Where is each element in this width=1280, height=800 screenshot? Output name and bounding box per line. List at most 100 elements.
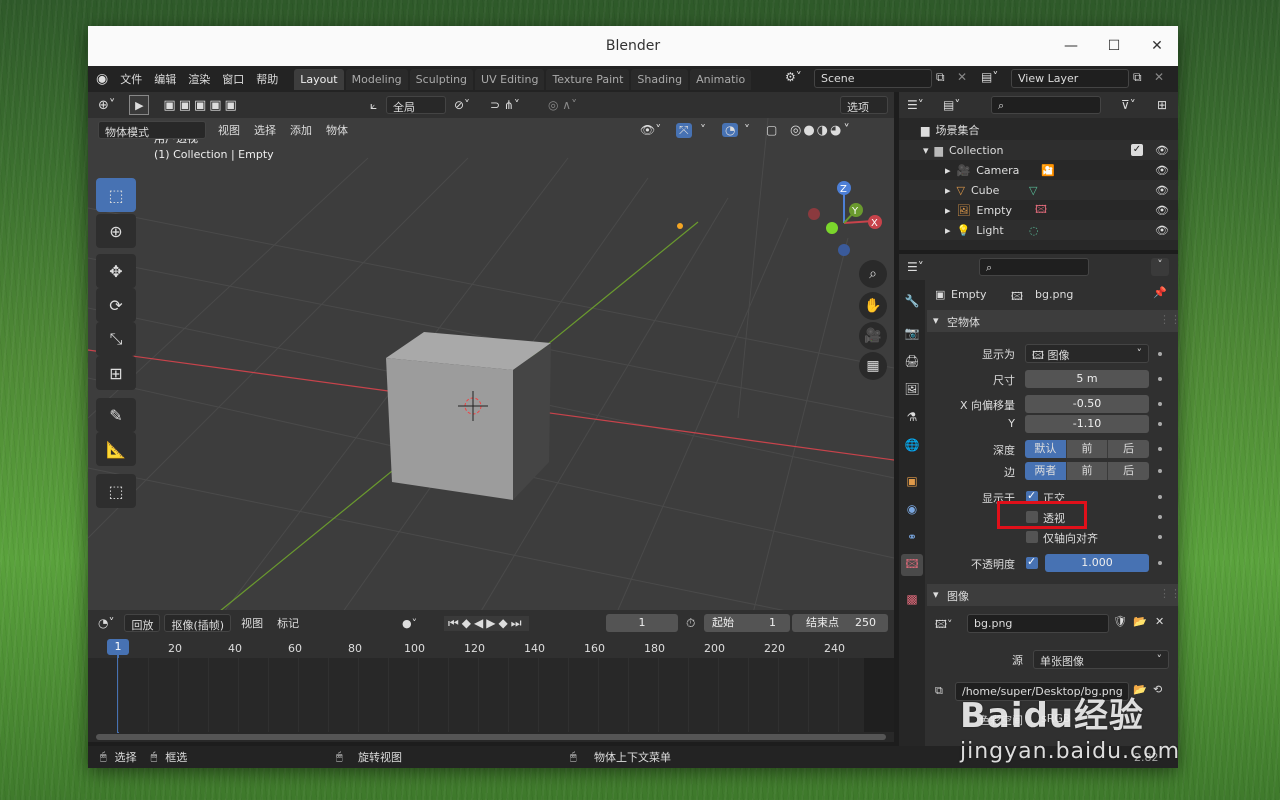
tool-move[interactable]: ✥: [96, 254, 136, 288]
texture-tab-icon[interactable]: ▩: [901, 588, 923, 610]
cube-eye-icon[interactable]: 👁: [1155, 184, 1169, 197]
image-name-field[interactable]: bg.png: [967, 614, 1109, 633]
delete-scene-icon[interactable]: ✕: [957, 70, 967, 84]
tab-shading[interactable]: Shading: [631, 68, 689, 90]
size-keyframe-dot[interactable]: [1158, 377, 1162, 381]
object-tab-icon[interactable]: ▣: [901, 470, 923, 492]
opacity-field[interactable]: 1.000: [1045, 554, 1149, 572]
depth-front-option[interactable]: 前: [1066, 440, 1109, 458]
menu-edit[interactable]: 编辑: [148, 71, 182, 87]
orientation-dropdown[interactable]: 全局: [386, 96, 446, 114]
camera-expand-icon[interactable]: ▸: [945, 164, 951, 177]
tab-texture-paint[interactable]: Texture Paint: [546, 68, 630, 90]
show-ortho-keyframe-dot[interactable]: [1158, 495, 1162, 499]
object-data-tab-icon[interactable]: 🖾: [901, 554, 923, 576]
tool-measure[interactable]: 📐: [96, 432, 136, 466]
tool-transform[interactable]: ⊞: [96, 356, 136, 390]
tab-uv-editing[interactable]: UV Editing: [475, 68, 545, 90]
tab-animation[interactable]: Animatio: [690, 68, 752, 90]
render-tab-icon[interactable]: 📷: [901, 322, 923, 344]
empty-expand-icon[interactable]: ▸: [945, 204, 951, 217]
3d-viewport[interactable]: 用户透视 (1) Collection | Empty ⬚ ⊕ ✥ ⟳ ⤡ ⊞ …: [88, 118, 894, 633]
tool-add-cube[interactable]: ⬚: [96, 474, 136, 508]
select-tool-icon[interactable]: ▶: [129, 95, 150, 115]
keying-dropdown[interactable]: 抠像(插帧): [164, 614, 232, 632]
opacity-keyframe-dot[interactable]: [1158, 561, 1162, 565]
blender-logo-icon[interactable]: ◉: [96, 71, 108, 87]
proportional-edit-icon[interactable]: ◎ ∧˅: [548, 98, 577, 112]
offset-x-field[interactable]: -0.50: [1025, 395, 1149, 413]
collection-eye-icon[interactable]: 👁: [1155, 144, 1169, 157]
output-tab-icon[interactable]: 🖨: [901, 350, 923, 372]
tool-annotate[interactable]: ✎: [96, 398, 136, 432]
depth-default-option[interactable]: 默认: [1025, 440, 1067, 458]
tab-modeling[interactable]: Modeling: [345, 68, 408, 90]
editor-type-icon[interactable]: ⊕˅: [98, 98, 115, 113]
show-axis-aligned-checkbox[interactable]: [1026, 531, 1038, 543]
timeline-menu-marker[interactable]: 标记: [277, 615, 299, 631]
outliner-row-scene-collection[interactable]: ▆ 场景集合: [899, 120, 1178, 140]
minimize-button[interactable]: —: [1050, 26, 1092, 66]
light-eye-icon[interactable]: 👁: [1155, 224, 1169, 237]
mesh-data-icon[interactable]: ▽: [1029, 184, 1037, 197]
copy-scene-icon[interactable]: ⧉: [936, 70, 945, 85]
panel-drag-icon[interactable]: ⋮⋮: [1159, 313, 1178, 326]
image-panel-header[interactable]: ▾ 图像 ⋮⋮: [927, 584, 1178, 606]
properties-editor-type-icon[interactable]: ☰˅: [907, 260, 924, 274]
zoom-icon[interactable]: ⌕: [859, 260, 887, 288]
pin-icon[interactable]: 📌: [1153, 286, 1167, 299]
tab-sculpting[interactable]: Sculpting: [409, 68, 474, 90]
perspective-toggle-icon[interactable]: ▦: [859, 352, 887, 380]
camera-view-icon[interactable]: 🎥: [859, 322, 887, 350]
filter-icon[interactable]: ⊽˅: [1121, 98, 1136, 112]
tool-tab-icon[interactable]: 🔧: [901, 290, 923, 312]
scene-tab-icon[interactable]: ⚗: [901, 406, 923, 428]
size-field[interactable]: 5 m: [1025, 370, 1149, 388]
menu-select[interactable]: 选择: [254, 122, 276, 138]
delete-view-layer-icon[interactable]: ✕: [1154, 70, 1164, 84]
menu-render[interactable]: 渲染: [182, 71, 216, 87]
side-keyframe-dot[interactable]: [1158, 469, 1162, 473]
timeline-menu-view[interactable]: 视图: [241, 615, 263, 631]
mode-dropdown[interactable]: 物体模式: [98, 121, 206, 139]
opacity-checkbox[interactable]: [1026, 555, 1038, 569]
tab-layout[interactable]: Layout: [294, 68, 344, 90]
depth-keyframe-dot[interactable]: [1158, 447, 1162, 451]
cube-expand-icon[interactable]: ▸: [945, 184, 951, 197]
side-both-option[interactable]: 两者: [1025, 462, 1067, 480]
outliner-row-cube[interactable]: ▸ ▽ Cube ▽ 👁: [899, 180, 1178, 200]
outliner-search-input[interactable]: ⌕: [991, 96, 1101, 114]
light-data-icon[interactable]: ◌: [1029, 224, 1039, 237]
outliner-row-empty[interactable]: ▸ 🖼 Empty 🖾 👁: [899, 200, 1178, 220]
copy-view-layer-icon[interactable]: ⧉: [1133, 70, 1142, 85]
display-as-keyframe-dot[interactable]: [1158, 352, 1162, 356]
collection-expand-icon[interactable]: ▾: [923, 144, 929, 157]
menu-add[interactable]: 添加: [290, 122, 312, 138]
physics-tab-icon[interactable]: ◉: [901, 498, 923, 520]
menu-help[interactable]: 帮助: [250, 71, 284, 87]
show-axis-keyframe-dot[interactable]: [1158, 535, 1162, 539]
xray-icon[interactable]: ▢: [766, 123, 777, 137]
scene-icon[interactable]: ⚙˅: [785, 70, 802, 84]
tool-scale[interactable]: ⤡: [96, 322, 136, 356]
playhead-label[interactable]: 1: [107, 639, 129, 655]
offset-y-field[interactable]: -1.10: [1025, 415, 1149, 433]
depth-back-option[interactable]: 后: [1108, 440, 1150, 458]
properties-options-icon[interactable]: ˅: [1151, 258, 1169, 276]
overlay-toggle-icon[interactable]: ◔: [722, 123, 739, 137]
timeline-scrollbar[interactable]: [96, 734, 886, 740]
menu-view[interactable]: 视图: [218, 122, 240, 138]
overlay-dropdown-icon[interactable]: ˅: [744, 123, 750, 137]
close-button[interactable]: ✕: [1136, 26, 1178, 66]
properties-search-input[interactable]: ⌕: [979, 258, 1089, 276]
image-browse-icon[interactable]: 🖾˅: [935, 616, 952, 635]
outliner-editor-type-icon[interactable]: ☰˅: [907, 98, 924, 112]
timeline-editor-type-icon[interactable]: ◔˅: [98, 616, 114, 630]
image-panel-drag-icon[interactable]: ⋮⋮: [1159, 587, 1178, 600]
show-persp-keyframe-dot[interactable]: [1158, 515, 1162, 519]
empty-eye-icon[interactable]: 👁: [1155, 204, 1169, 217]
camera-eye-icon[interactable]: 👁: [1155, 164, 1169, 177]
constraints-tab-icon[interactable]: ⚭: [901, 526, 923, 548]
view-layer-field[interactable]: View Layer: [1011, 69, 1129, 88]
light-expand-icon[interactable]: ▸: [945, 224, 951, 237]
